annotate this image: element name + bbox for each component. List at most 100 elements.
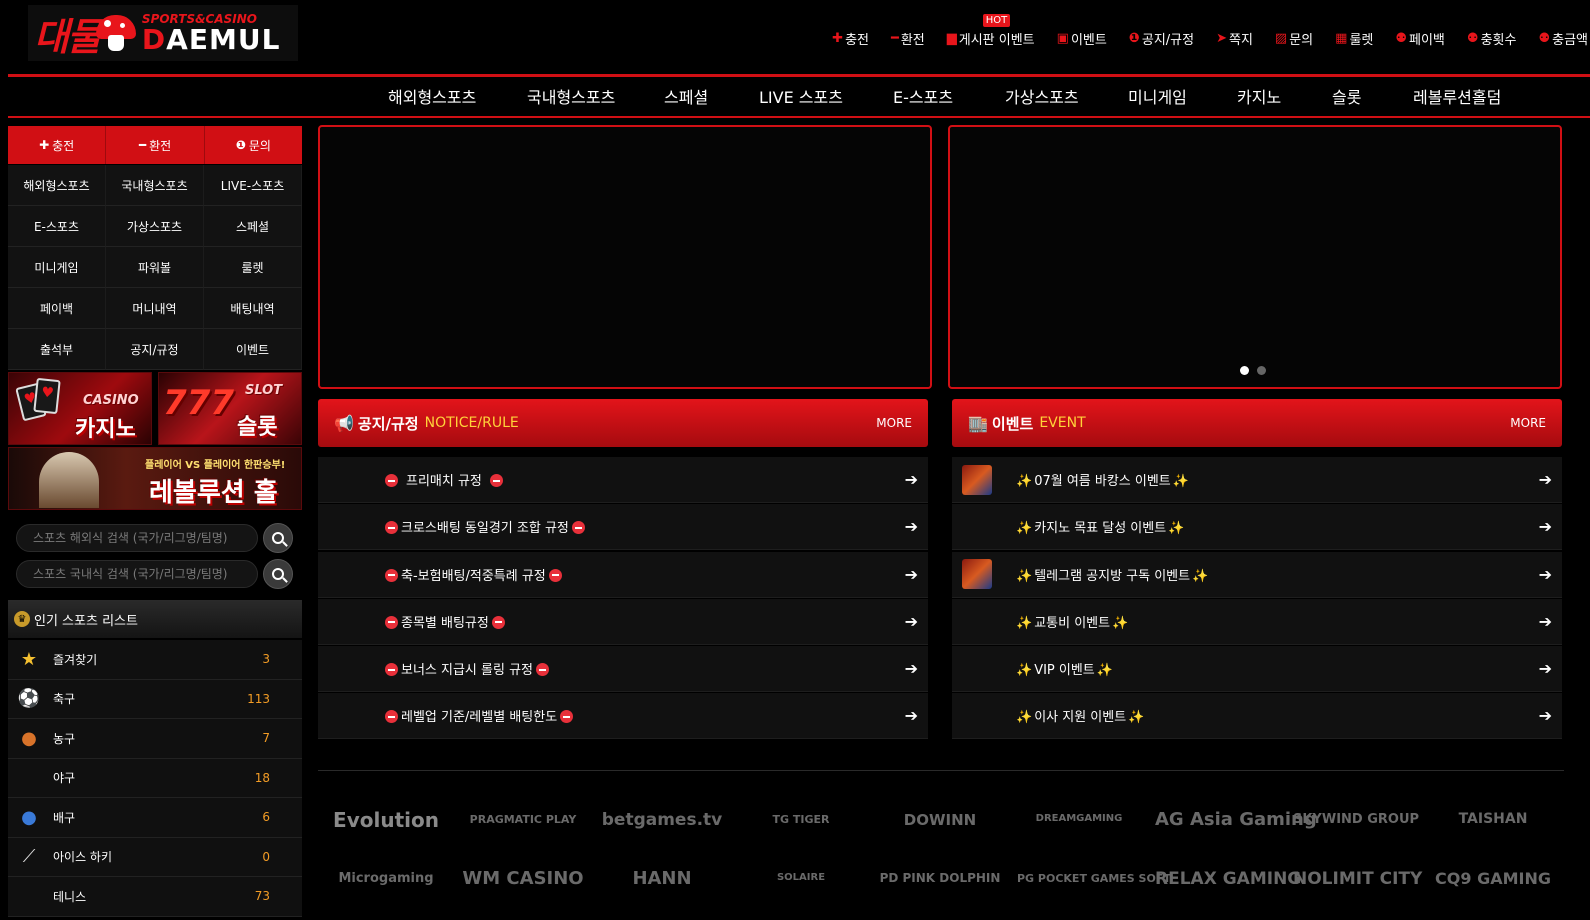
- sport-count: 18: [254, 770, 270, 785]
- domestic-sports-search-input[interactable]: [16, 560, 258, 588]
- notice-row[interactable]: 프리매치 규정 ➔: [318, 457, 928, 503]
- side-menu-item[interactable]: 국내형스포츠: [106, 165, 204, 206]
- mainnav-item-6[interactable]: 미니게임: [1128, 84, 1187, 108]
- notice-row[interactable]: 크로스배팅 동일경기 조합 규정 ➔: [318, 504, 928, 551]
- mainnav-item-4[interactable]: E-스포츠: [893, 84, 953, 108]
- side-menu-item[interactable]: E-스포츠: [8, 206, 106, 247]
- holdem-banner[interactable]: 플레이어 VS 플레이어 한판승부! 레볼루션 홀덤: [8, 447, 302, 510]
- calendar-icon: ▣: [1056, 30, 1069, 46]
- notice-row[interactable]: 종목별 배팅규정 ➔: [318, 598, 928, 645]
- side-menu-item[interactable]: 이벤트: [204, 329, 302, 370]
- slider-dot[interactable]: [1257, 366, 1266, 375]
- notice-item-label: 축-보험배팅/적중특례 규정: [401, 568, 546, 584]
- provider-logo[interactable]: PG POCKET GAMES SOFT: [1017, 872, 1171, 885]
- site-logo[interactable]: 대물 SPORTS&CASINO DAEMUL: [28, 5, 298, 61]
- provider-logo[interactable]: betgames.tv: [600, 810, 724, 830]
- event-item-label: VIP 이벤트: [1034, 663, 1095, 679]
- provider-logo[interactable]: RELAX GAMING: [1155, 869, 1301, 889]
- mainnav-item-8[interactable]: 슬롯: [1332, 84, 1361, 108]
- notice-more-link[interactable]: MORE: [876, 416, 912, 430]
- provider-logo[interactable]: DREAMGAMING: [1017, 813, 1141, 824]
- notice-row[interactable]: 레벨업 기준/레벨별 배팅한도 ➔: [318, 693, 928, 740]
- topnav-item-7[interactable]: ▦ 룰렛: [1335, 29, 1373, 48]
- provider-logo[interactable]: Microgaming: [324, 871, 448, 886]
- provider-logo[interactable]: DOWINN: [878, 811, 1002, 829]
- event-row[interactable]: ✨ 텔레그램 공지방 구독 이벤트 ✨ ➔: [952, 551, 1562, 598]
- side-menu-item[interactable]: LIVE-스포츠: [204, 165, 302, 206]
- provider-logo[interactable]: Evolution: [324, 808, 448, 832]
- topnav-item-0[interactable]: ✚ 충전: [832, 29, 869, 48]
- no-entry-icon: [548, 568, 562, 582]
- sport-row[interactable]: ★ 즐겨찾기 3: [8, 640, 302, 680]
- event-row[interactable]: ✨ 07월 여름 바캉스 이벤트 ✨ ➔: [952, 457, 1562, 503]
- side-menu-item[interactable]: 가상스포츠: [106, 206, 204, 247]
- notice-row[interactable]: 보너스 지급시 롤링 규정 ➔: [318, 646, 928, 693]
- topnav-item-10[interactable]: ⚉ 충금액: [1538, 29, 1588, 48]
- topnav-item-9[interactable]: ⚉ 충횟수: [1467, 29, 1517, 48]
- side-menu-item[interactable]: 출석부: [8, 329, 106, 370]
- side-menu-item[interactable]: 미니게임: [8, 247, 106, 288]
- sport-row[interactable]: ● 농구 7: [8, 719, 302, 759]
- side-menu-item[interactable]: 스페셜: [204, 206, 302, 247]
- withdraw-button[interactable]: ━ 환전: [106, 126, 205, 164]
- holdem-banner-subtitle: 플레이어 VS 플레이어 한판승부!: [145, 460, 286, 471]
- sport-row[interactable]: 야구 18: [8, 758, 302, 798]
- deposit-button[interactable]: ✚ 충전: [8, 126, 107, 164]
- mainnav-item-2[interactable]: 스페셜: [664, 84, 708, 108]
- domestic-search-button[interactable]: [263, 559, 293, 589]
- side-menu-item[interactable]: 공지/규정: [106, 329, 204, 370]
- overseas-sports-search-input[interactable]: [16, 524, 258, 552]
- mainnav-item-5[interactable]: 가상스포츠: [1005, 84, 1079, 108]
- mainnav-item-1[interactable]: 국내형스포츠: [527, 84, 615, 108]
- slider-dot[interactable]: [1240, 366, 1249, 375]
- side-menu-item[interactable]: 배팅내역: [204, 288, 302, 329]
- provider-logo[interactable]: PD PINK DOLPHIN: [878, 871, 1002, 885]
- inquiry-button[interactable]: ❶ 문의: [204, 126, 302, 164]
- sport-row[interactable]: ⚽ 축구 113: [8, 679, 302, 719]
- sport-row[interactable]: ⟋ 아이스 하키 0: [8, 837, 302, 877]
- provider-logo[interactable]: NOLIMIT CITY: [1293, 869, 1422, 889]
- side-menu-item[interactable]: 파워볼: [106, 247, 204, 288]
- mainnav-item-3[interactable]: LIVE 스포츠: [759, 84, 843, 108]
- side-menu-item[interactable]: 머니내역: [106, 288, 204, 329]
- event-row[interactable]: ✨ VIP 이벤트 ✨ ➔: [952, 646, 1562, 693]
- event-row[interactable]: ✨ 카지노 목표 달성 이벤트 ✨ ➔: [952, 504, 1562, 551]
- side-menu-item[interactable]: 해외형스포츠: [8, 165, 106, 206]
- provider-logo[interactable]: HANN: [600, 868, 724, 889]
- provider-logo[interactable]: AG Asia Gaming: [1155, 809, 1317, 830]
- event-more-link[interactable]: MORE: [1510, 416, 1546, 430]
- side-menu-item[interactable]: 룰렛: [204, 247, 302, 288]
- provider-logo[interactable]: SOLAIRE: [739, 872, 863, 883]
- topnav-item-2[interactable]: ▆ 게시판 이벤트 HOT: [947, 13, 1035, 48]
- topnav-item-6[interactable]: ▨ 문의: [1275, 29, 1313, 48]
- provider-logo[interactable]: WM CASINO: [461, 868, 585, 889]
- topnav-item-5[interactable]: ➤ 쪽지: [1216, 29, 1253, 48]
- sport-count: 73: [254, 889, 270, 904]
- nav-divider: [8, 116, 1590, 118]
- slot-banner[interactable]: 777 SLOT 슬롯: [158, 372, 302, 445]
- side-menu-item[interactable]: 페이백: [8, 288, 106, 329]
- mainnav-item-0[interactable]: 해외형스포츠: [388, 84, 476, 108]
- provider-logo[interactable]: SKYWIND GROUP: [1293, 812, 1419, 827]
- event-list: ✨ 07월 여름 바캉스 이벤트 ✨ ➔ ✨ 카지노 목표 달성 이벤트 ✨ ➔ ✨ 텔레그램 공…: [952, 457, 1562, 741]
- topnav-item-1[interactable]: ━ 환전: [891, 29, 925, 48]
- provider-logo[interactable]: TG TIGER: [739, 813, 863, 826]
- casino-banner[interactable]: CASINO 카지노: [8, 372, 152, 445]
- provider-logo[interactable]: TAISHAN: [1431, 811, 1555, 827]
- sport-row[interactable]: ● 배구 6: [8, 798, 302, 838]
- logo-korean-text: 대물: [34, 14, 102, 59]
- sport-row[interactable]: 테니스 73: [8, 877, 302, 917]
- overseas-search-button[interactable]: [263, 523, 293, 553]
- event-row[interactable]: ✨ 교통비 이벤트 ✨ ➔: [952, 598, 1562, 645]
- event-row[interactable]: ✨ 이사 지원 이벤트 ✨ ➔: [952, 693, 1562, 740]
- event-title-en: EVENT: [1039, 415, 1086, 431]
- notice-row[interactable]: 축-보험배팅/적중특례 규정 ➔: [318, 551, 928, 598]
- topnav-item-4[interactable]: ❶ 공지/규정: [1129, 29, 1194, 48]
- topnav-item-3[interactable]: ▣ 이벤트: [1057, 29, 1107, 48]
- provider-logo[interactable]: CQ9 GAMING: [1431, 869, 1555, 888]
- mainnav-item-9[interactable]: 레볼루션홀덤: [1413, 84, 1501, 108]
- mainnav-item-7[interactable]: 카지노: [1237, 84, 1281, 108]
- sport-name: 배구: [53, 810, 76, 825]
- topnav-item-8[interactable]: ⚉ 페이백: [1395, 29, 1445, 48]
- provider-logo[interactable]: PRAGMATIC PLAY: [461, 813, 585, 826]
